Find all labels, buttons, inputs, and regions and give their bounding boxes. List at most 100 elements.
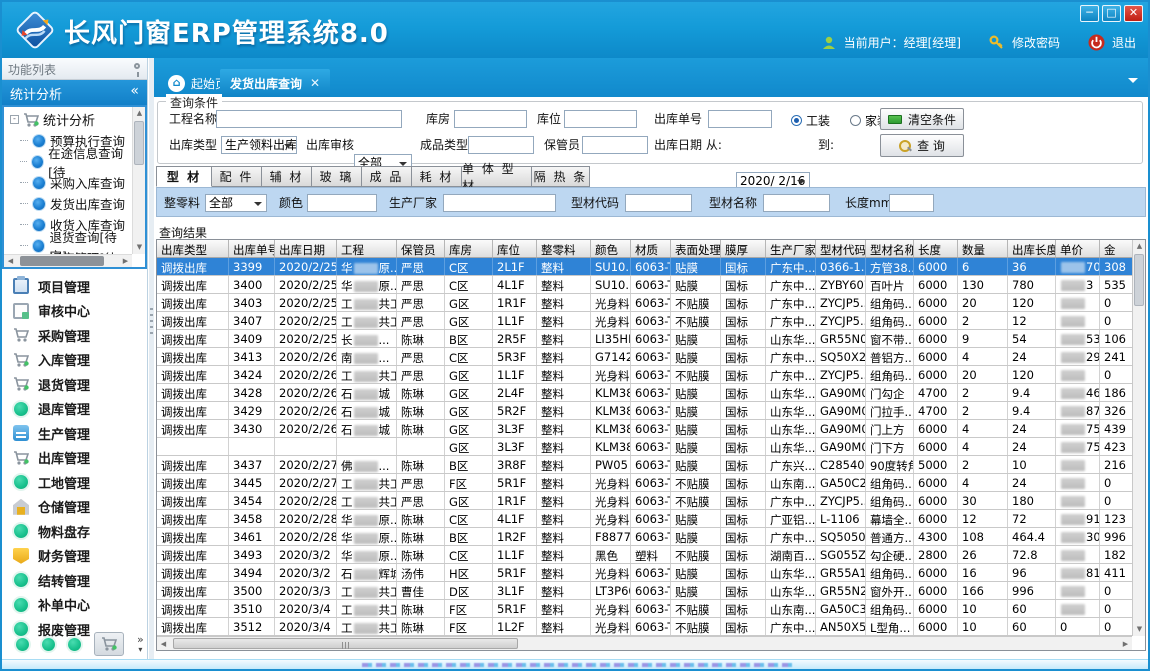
column-header-长度[interactable]: 长度 [914,240,958,257]
table-row[interactable]: 调拨出库35102020/3/4工共工程陈琳F区5R1F整料光身料6063-T5… [157,600,1132,618]
sidebar-item-出库管理[interactable]: 出库管理 [2,446,147,471]
scroll-up-icon[interactable]: ▲ [1133,240,1146,253]
sidebar-item-退库管理[interactable]: 退库管理 [2,397,147,422]
module-dot-icon[interactable] [16,638,29,651]
warehouse-input[interactable] [454,110,527,128]
table-row[interactable]: 调拨出库34372020/2/27佛...陈琳B区3R8F整料PW056063-… [157,456,1132,474]
column-header-数量[interactable]: 数量 [958,240,1008,257]
table-row[interactable]: 调拨出库34582020/2/28华原...陈琳C区4L1F整料光身料6063-… [157,510,1132,528]
scrollbar-thumb[interactable] [173,638,518,649]
material-tab-辅材[interactable]: 辅 材 [262,166,312,187]
column-header-出库单号[interactable]: 出库单号 [229,240,275,257]
sidebar-item-补单中心[interactable]: 补单中心 [2,593,147,618]
module-dot-icon[interactable] [42,638,55,651]
tree-item[interactable]: 采购入库查询 [4,172,132,193]
scrollbar-thumb[interactable] [134,121,144,165]
table-row[interactable]: 调拨出库34282020/2/26石城陈琳G区2L4F整料KLM38176063… [157,384,1132,402]
manufacturer-input[interactable] [443,194,556,212]
column-header-单价[interactable]: 单价 [1056,240,1100,257]
table-vertical-scrollbar[interactable]: ▲ ▼ [1132,240,1145,636]
scroll-down-icon[interactable]: ▼ [133,241,146,254]
scroll-right-icon[interactable]: ▶ [1119,637,1132,651]
tree-item[interactable]: 在途信息查询[待 [4,151,132,172]
project-name-input[interactable] [216,110,402,128]
order-no-input[interactable] [708,110,772,128]
radio-gongzhuang[interactable]: 工装 [791,111,830,129]
minimize-button[interactable]: ─ [1080,5,1099,22]
module-cart-button[interactable] [94,632,124,656]
table-row[interactable]: 调拨出库34542020/2/28工共工程严思G区1R1F整料光身料6063-T… [157,492,1132,510]
column-header-库位[interactable]: 库位 [493,240,537,257]
column-header-工程[interactable]: 工程 [337,240,397,257]
scroll-down-icon[interactable]: ▼ [1133,623,1146,636]
sidebar-item-入库管理[interactable]: 入库管理 [2,348,147,373]
table-row[interactable]: 调拨出库33992020/2/25华原...严思C区2L1F整料SU10...6… [157,258,1132,276]
table-row[interactable]: 调拨出库35122020/3/4工共工程陈琳F区1L2F整料光身料6063-T5… [157,618,1132,636]
tree-vertical-scrollbar[interactable]: ▲ ▼ [132,107,145,254]
length-input[interactable] [889,194,934,212]
sidebar-item-项目管理[interactable]: 项目管理 [2,274,147,299]
column-header-颜色[interactable]: 颜色 [591,240,631,257]
color-input[interactable] [307,194,377,212]
pin-icon[interactable] [134,63,140,69]
sidebar-item-生产管理[interactable]: 生产管理 [2,421,147,446]
material-tab-玻璃[interactable]: 玻 璃 [312,166,362,187]
table-row[interactable]: 调拨出库34942020/3/2石辉城汤伟H区5R1F整料光身料6063-T5贴… [157,564,1132,582]
maximize-button[interactable]: □ [1102,5,1121,22]
keeper-input[interactable] [582,136,648,154]
tree-expander-icon[interactable]: - [10,115,19,124]
column-header-材质[interactable]: 材质 [631,240,671,257]
scroll-left-icon[interactable]: ◀ [157,637,170,651]
clear-conditions-button[interactable]: 清空条件 [880,108,964,130]
scrollbar-thumb[interactable] [20,256,104,266]
column-header-型材名称[interactable]: 型材名称 [866,240,914,257]
whole-part-select[interactable]: 全部 [205,194,267,212]
module-dot-icon[interactable] [68,638,81,651]
product-type-input[interactable] [468,136,534,154]
tree-root-statistics[interactable]: - 统计分析 [4,109,132,130]
profile-name-input[interactable] [763,194,830,212]
material-tab-成品[interactable]: 成 品 [362,166,412,187]
column-header-出库类型[interactable]: 出库类型 [157,240,229,257]
scroll-up-icon[interactable]: ▲ [133,107,146,120]
material-tab-型材[interactable]: 型 材 [156,166,212,187]
column-header-库房[interactable]: 库房 [445,240,493,257]
material-tab-单体型材[interactable]: 单 体 型 材 [462,166,532,187]
table-row[interactable]: 调拨出库34612020/2/28华原...陈琳B区1R2F整料F8877FT6… [157,528,1132,546]
table-row[interactable]: 调拨出库34452020/2/27工共工程严思F区5R1F整料光身料6063-T… [157,474,1132,492]
scroll-left-icon[interactable]: ◀ [4,255,17,268]
column-header-表面处理[interactable]: 表面处理 [671,240,721,257]
material-tab-配件[interactable]: 配 件 [212,166,262,187]
sidebar-section-header[interactable]: 统计分析 « [2,80,147,105]
table-row[interactable]: 调拨出库34932020/3/2华原...陈琳C区1L1F整料黑色塑料不贴膜国标… [157,546,1132,564]
table-row[interactable]: 调拨出库34302020/2/26石城陈琳G区3L3F整料KLM38176063… [157,420,1132,438]
table-row[interactable]: 调拨出库34292020/2/26石城陈琳G区5R2F整料KLM38176063… [157,402,1132,420]
table-row[interactable]: 调拨出库34132020/2/26南...严思C区5R3F整料G71422606… [157,348,1132,366]
sidebar-item-工地管理[interactable]: 工地管理 [2,470,147,495]
material-tab-耗材[interactable]: 耗 材 [412,166,462,187]
table-row[interactable]: G区3L3F整料KLM38176063-T5贴膜国标山东华...GA90M09.… [157,438,1132,456]
table-row[interactable]: 调拨出库34072020/2/25工共工程严思G区1L1F整料光身料6063-T… [157,312,1132,330]
scrollbar-thumb[interactable] [1134,254,1144,306]
table-row[interactable]: 调拨出库34032020/2/25工共工程严思G区1R1F整料光身料6063-T… [157,294,1132,312]
more-modules-button[interactable]: »▾ [137,635,144,654]
table-horizontal-scrollbar[interactable]: ◀ ▶ [157,636,1132,650]
table-row[interactable]: 调拨出库34242020/2/26工共工程严思G区1L1F整料光身料6063-T… [157,366,1132,384]
sidebar-item-采购管理[interactable]: 采购管理 [2,323,147,348]
sidebar-item-审核中心[interactable]: 审核中心 [2,299,147,324]
collapse-icon[interactable]: « [130,83,139,99]
logout-link[interactable]: 退出 [1112,34,1136,51]
sidebar-item-退货管理[interactable]: 退货管理 [2,372,147,397]
material-tab-隔热条[interactable]: 隔 热 条 [532,166,590,187]
tab-close-icon[interactable]: ✕ [310,76,320,90]
tree-item[interactable]: 发货出库查询 [4,193,132,214]
scroll-right-icon[interactable]: ▶ [119,255,132,268]
location-input[interactable] [564,110,637,128]
column-header-保管员[interactable]: 保管员 [397,240,445,257]
column-header-型材代码[interactable]: 型材代码 [816,240,866,257]
column-header-整零料[interactable]: 整零料 [537,240,591,257]
column-header-出库日期[interactable]: 出库日期 [275,240,337,257]
outbound-type-select[interactable]: 生产领料出库 [221,136,297,154]
column-header-出库长度[interactable]: 出库长度 [1008,240,1056,257]
close-button[interactable]: ✕ [1124,5,1143,22]
